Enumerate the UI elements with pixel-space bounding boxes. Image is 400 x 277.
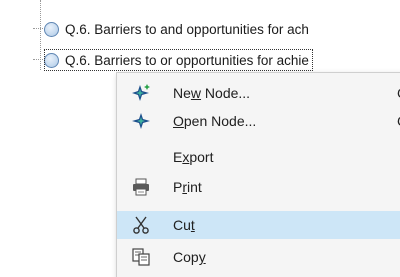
tree-node-row-selected[interactable]: Q.6. Barriers to or opportunities for ac… — [44, 49, 313, 71]
menu-item-new-node[interactable]: New Node... C — [117, 79, 400, 107]
copy-icon — [131, 247, 151, 267]
menu-item-copy[interactable]: Copy — [117, 243, 400, 271]
node-circle-icon — [44, 21, 59, 37]
menu-item-label: Copy — [173, 249, 206, 265]
new-node-icon — [131, 83, 151, 103]
tree-node-label: Q.6. Barriers to and opportunities for a… — [65, 21, 309, 37]
menu-item-label: Export — [173, 149, 214, 165]
open-node-icon — [131, 111, 151, 131]
screen: Q.6. Barriers to and opportunities for a… — [0, 0, 400, 277]
tree-node-row[interactable]: Q.6. Barriers to and opportunities for a… — [44, 18, 309, 40]
tree-guide-horizontal — [33, 59, 43, 60]
menu-item-label: Cut — [173, 217, 195, 233]
cut-icon — [131, 215, 151, 235]
tree-guide-horizontal — [33, 28, 43, 29]
menu-item-label: Print — [173, 179, 202, 195]
menu-item-label: New Node... — [173, 85, 251, 101]
menu-item-cut[interactable]: Cut — [117, 211, 400, 239]
menu-item-export[interactable]: Export — [117, 143, 400, 171]
node-circle-icon — [44, 52, 59, 68]
print-icon — [131, 177, 151, 197]
menu-item-open-node[interactable]: Open Node... C — [117, 107, 400, 135]
menu-item-print[interactable]: Print — [117, 173, 400, 201]
context-menu: New Node... C Open Node... C Export — [116, 72, 400, 277]
menu-item-label: Open Node... — [173, 113, 257, 129]
tree-node-label: Q.6. Barriers to or opportunities for ac… — [65, 52, 309, 68]
